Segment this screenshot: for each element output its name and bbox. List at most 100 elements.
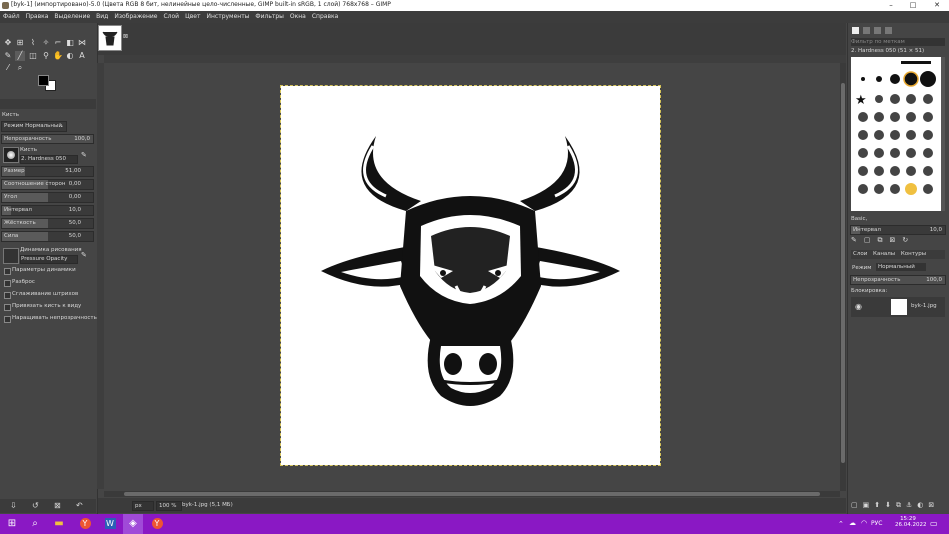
aspect-ratio-slider[interactable]: Соотношение сторон 0,00 bbox=[1, 179, 94, 190]
file-explorer-icon[interactable]: ▬ bbox=[49, 514, 69, 534]
brush-grid[interactable]: ★ bbox=[851, 57, 941, 211]
lower-layer-icon[interactable]: ⬇ bbox=[885, 501, 896, 509]
eraser-tool-icon[interactable]: ◫ bbox=[28, 51, 38, 61]
delete-layer-icon[interactable]: ⊠ bbox=[928, 501, 939, 509]
menu-tools[interactable]: Инструменты bbox=[203, 11, 252, 23]
save-icon[interactable]: ⇩ bbox=[10, 501, 17, 510]
jitter-checkbox[interactable] bbox=[4, 280, 11, 287]
menu-select[interactable]: Выделение bbox=[51, 11, 93, 23]
image-canvas[interactable] bbox=[280, 85, 661, 466]
zoom-tool-icon[interactable]: ⌕ bbox=[15, 63, 25, 73]
anchor-layer-icon[interactable]: ⚓ bbox=[906, 501, 917, 509]
clone-tool-icon[interactable]: ⚲ bbox=[41, 51, 51, 61]
edit-brush-icon[interactable]: ✎ bbox=[81, 151, 87, 159]
menu-filters[interactable]: Фильтры bbox=[252, 11, 286, 23]
reset-icon[interactable]: ↶ bbox=[76, 501, 83, 510]
raise-layer-icon[interactable]: ⬆ bbox=[874, 501, 885, 509]
brush-name-field[interactable]: 2. Hardness 050 bbox=[20, 155, 78, 164]
notifications-icon[interactable]: ▭ bbox=[930, 519, 938, 528]
brush-filter-input[interactable]: Фильтр по меткам bbox=[851, 38, 945, 46]
smooth-stroke-checkbox[interactable] bbox=[4, 292, 11, 299]
tab-channels[interactable]: Каналы bbox=[871, 251, 897, 257]
hardness-slider[interactable]: Жёсткость 50,0 bbox=[1, 218, 94, 229]
close-button[interactable]: ✕ bbox=[927, 0, 947, 11]
incremental-checkbox[interactable] bbox=[4, 316, 11, 323]
word-icon[interactable]: W bbox=[100, 514, 120, 534]
duplicate-brush-icon[interactable]: ⧉ bbox=[878, 236, 890, 244]
paintbrush-tool-icon[interactable]: ╱ bbox=[15, 51, 25, 61]
layer-opacity-slider[interactable]: Непрозрачность 100,0 bbox=[850, 275, 946, 285]
force-slider[interactable]: Сила 50,0 bbox=[1, 231, 94, 242]
delete-brush-icon[interactable]: ⊠ bbox=[890, 236, 903, 244]
size-slider[interactable]: Размер 51,00 bbox=[1, 166, 94, 177]
zoom-select[interactable]: 100 % bbox=[156, 501, 182, 511]
history-tab-icon[interactable] bbox=[884, 27, 892, 34]
brush-preview[interactable] bbox=[3, 147, 19, 163]
dynamics-options-checkbox[interactable] bbox=[4, 268, 11, 275]
windows-start-icon[interactable]: ⊞ bbox=[2, 514, 22, 534]
network-icon[interactable]: ☁ bbox=[849, 519, 856, 527]
fonts-tab-icon[interactable] bbox=[873, 27, 881, 34]
layer-mode-select[interactable]: Нормальный bbox=[876, 263, 926, 271]
menu-file[interactable]: Файл bbox=[0, 11, 23, 23]
text-tool-icon[interactable]: A bbox=[77, 51, 87, 61]
menu-windows[interactable]: Окна bbox=[287, 11, 309, 23]
gimp-taskbar-icon[interactable]: ◈ bbox=[123, 514, 143, 534]
patterns-tab-icon[interactable] bbox=[862, 27, 870, 34]
wifi-icon[interactable]: ◠ bbox=[861, 519, 867, 527]
menu-edit[interactable]: Правка bbox=[23, 11, 52, 23]
color-picker-icon[interactable]: ⁄ bbox=[3, 63, 13, 73]
search-icon[interactable]: ⌕ bbox=[25, 514, 45, 534]
tab-paths[interactable]: Контуры bbox=[899, 251, 928, 257]
align-tool-icon[interactable]: ⊞ bbox=[15, 38, 25, 48]
free-select-icon[interactable]: ⌇ bbox=[28, 38, 38, 48]
new-group-icon[interactable]: ▣ bbox=[863, 501, 875, 509]
menu-color[interactable]: Цвет bbox=[182, 11, 203, 23]
yandex-taskbar-icon[interactable]: Y bbox=[147, 514, 167, 534]
foreground-color-swatch[interactable] bbox=[38, 75, 49, 86]
menu-image[interactable]: Изображение bbox=[111, 11, 160, 23]
menu-view[interactable]: Вид bbox=[93, 11, 111, 23]
layer-row[interactable]: ◉ byk-1.jpg bbox=[851, 297, 945, 317]
language-indicator[interactable]: РУС bbox=[871, 520, 882, 527]
vertical-scrollbar[interactable] bbox=[840, 63, 846, 491]
horizontal-scrollbar[interactable] bbox=[104, 491, 840, 497]
brush-grid-scrollbar[interactable] bbox=[941, 57, 945, 211]
mode-select[interactable]: Режим Нормальный ⌄ bbox=[1, 121, 67, 132]
edit-dynamics-icon[interactable]: ✎ bbox=[81, 251, 87, 259]
menu-help[interactable]: Справка bbox=[309, 11, 341, 23]
unit-select[interactable]: px bbox=[132, 501, 154, 511]
opacity-slider[interactable]: Непрозрачность 100,0 bbox=[1, 134, 94, 144]
gegl-tool-icon[interactable]: ✎ bbox=[3, 51, 13, 61]
clock[interactable]: 15:29 26.04.2022 bbox=[895, 516, 927, 528]
brush-spacing-slider[interactable]: Интервал 10,0 bbox=[850, 225, 946, 235]
mask-layer-icon[interactable]: ◐ bbox=[917, 501, 928, 509]
tab-layers[interactable]: Слои bbox=[851, 251, 869, 257]
delete-icon[interactable]: ⊠ bbox=[54, 501, 61, 510]
lock-brush-checkbox[interactable] bbox=[4, 304, 11, 311]
new-brush-icon[interactable]: ▢ bbox=[864, 236, 878, 244]
edit-brush-icon[interactable]: ✎ bbox=[851, 236, 864, 244]
spacing-slider[interactable]: Интервал 10,0 bbox=[1, 205, 94, 216]
move-tool-icon[interactable]: ✥ bbox=[3, 38, 13, 48]
unified-transform-icon[interactable]: ◧ bbox=[65, 38, 75, 48]
dodge-burn-icon[interactable]: ◐ bbox=[65, 51, 75, 61]
image-thumbnail-tab[interactable] bbox=[98, 25, 122, 51]
angle-slider[interactable]: Угол 0,00 bbox=[1, 192, 94, 203]
refresh-brush-icon[interactable]: ↻ bbox=[902, 236, 915, 244]
smudge-tool-icon[interactable]: ✋ bbox=[53, 51, 63, 61]
tray-chevron-icon[interactable]: ⌃ bbox=[838, 520, 844, 528]
minimize-button[interactable]: – bbox=[881, 0, 901, 11]
maximize-button[interactable]: □ bbox=[903, 0, 923, 11]
restore-icon[interactable]: ↺ bbox=[32, 501, 39, 510]
brushes-tab-icon[interactable] bbox=[852, 27, 859, 34]
new-layer-icon[interactable]: ▢ bbox=[851, 501, 863, 509]
eye-icon[interactable]: ◉ bbox=[855, 302, 862, 311]
duplicate-layer-icon[interactable]: ⧉ bbox=[896, 501, 906, 509]
fuzzy-select-icon[interactable]: ✧ bbox=[41, 38, 51, 48]
dynamics-field[interactable]: Pressure Opacity bbox=[20, 255, 78, 264]
close-tab-icon[interactable]: ⊠ bbox=[123, 33, 128, 40]
menu-layer[interactable]: Слой bbox=[160, 11, 182, 23]
dynamics-icon[interactable] bbox=[3, 248, 19, 264]
yandex-browser-icon[interactable]: Y bbox=[75, 514, 95, 534]
